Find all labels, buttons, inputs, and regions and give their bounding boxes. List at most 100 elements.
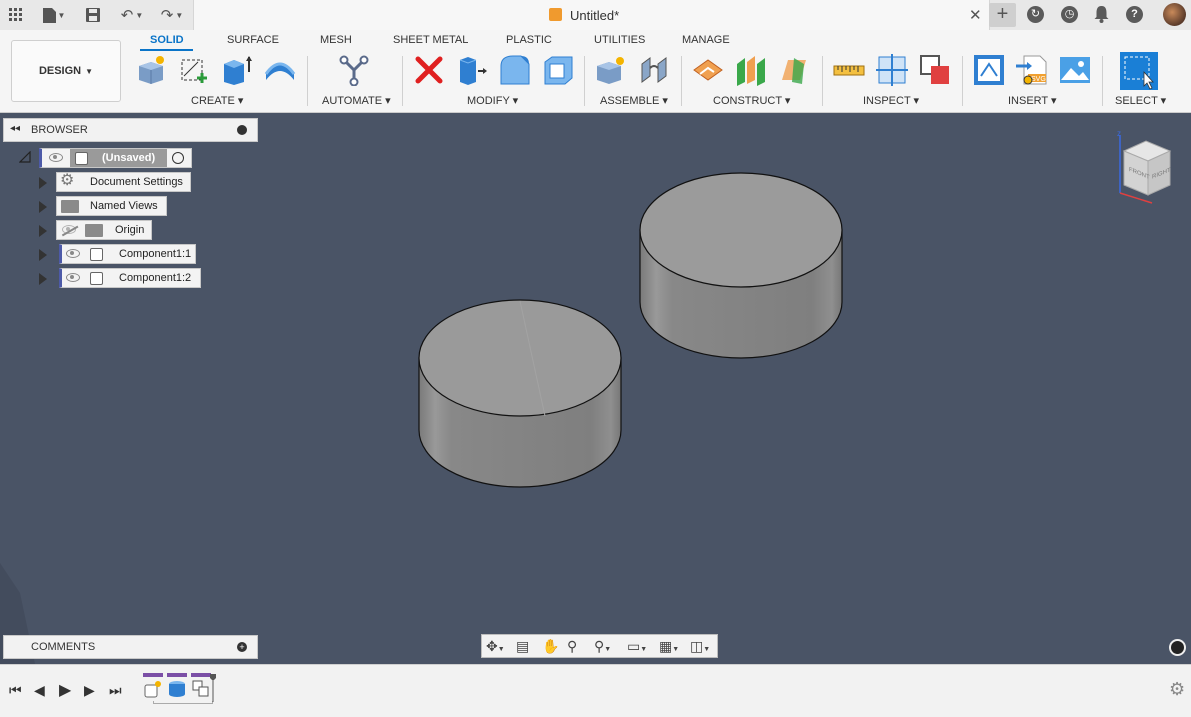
revolve-icon[interactable] xyxy=(264,54,296,86)
job-status-icon[interactable]: ↻ xyxy=(1027,6,1044,23)
timeline-bracket xyxy=(153,701,213,704)
delete-icon[interactable] xyxy=(413,54,445,86)
add-comment-icon[interactable]: + xyxy=(237,642,247,652)
navigation-toolbar: ✥▼ ▤ ✋ ⚲ ⚲▼ ▭▼ ▦▼ ◫▼ xyxy=(481,634,718,658)
select-icon[interactable] xyxy=(1120,52,1158,90)
go-to-start-icon[interactable]: ⏮ xyxy=(9,682,22,699)
select-menu[interactable]: SELECT ▾ xyxy=(1115,94,1166,107)
timeline-extrude-icon[interactable] xyxy=(168,680,186,698)
user-avatar[interactable] xyxy=(1163,3,1186,26)
tab-solid[interactable]: SOLID xyxy=(150,34,184,46)
timeline-group-marker xyxy=(143,673,163,677)
clock-icon[interactable]: ◷ xyxy=(1061,6,1078,23)
modify-menu[interactable]: MODIFY ▾ xyxy=(467,94,518,107)
chevron-down-icon: ▼ xyxy=(85,66,94,76)
close-tab-icon[interactable]: ✕ xyxy=(969,6,982,24)
timeline-settings-gear-icon[interactable]: ⚙ xyxy=(1169,679,1185,700)
ribbon-toolbar: DESIGN ▼ SOLID SURFACE MESH SHEET METAL P… xyxy=(0,30,1191,113)
divider xyxy=(681,56,682,106)
measure-icon[interactable] xyxy=(833,54,865,86)
zoom-icon[interactable]: ⚲ xyxy=(567,638,577,655)
pan-icon[interactable]: ✋ xyxy=(542,638,559,655)
divider xyxy=(1102,56,1103,106)
midplane-icon[interactable] xyxy=(735,54,767,86)
file-menu-icon[interactable]: ▼ xyxy=(40,5,68,25)
automate-menu[interactable]: AUTOMATE ▾ xyxy=(322,94,391,107)
help-icon[interactable]: ? xyxy=(1126,6,1143,23)
divider xyxy=(962,56,963,106)
joint-icon[interactable] xyxy=(638,54,670,86)
extrude-icon[interactable] xyxy=(221,54,253,86)
document-title: Untitled* xyxy=(570,8,620,23)
comments-panel-header[interactable]: COMMENTS + xyxy=(3,635,258,659)
look-at-icon[interactable]: ▤ xyxy=(516,638,529,655)
create-menu[interactable]: CREATE ▾ xyxy=(191,94,243,107)
assemble-menu[interactable]: ASSEMBLE ▾ xyxy=(600,94,668,107)
svg-text:SVG: SVG xyxy=(1031,76,1046,83)
fit-icon[interactable]: ⚲▼ xyxy=(594,638,611,655)
create-sketch-icon[interactable] xyxy=(178,54,210,86)
press-pull-icon[interactable] xyxy=(456,54,488,86)
timeline-group-marker xyxy=(167,673,187,677)
tab-utilities[interactable]: UTILITIES xyxy=(594,34,645,46)
construct-label: CONSTRUCT xyxy=(713,95,782,107)
insert-derive-icon[interactable] xyxy=(973,54,1005,86)
insert-svg-icon[interactable]: SVG xyxy=(1016,54,1048,86)
viewports-icon[interactable]: ◫▼ xyxy=(690,638,710,655)
divider xyxy=(822,56,823,106)
document-tab[interactable]: Untitled* ✕ xyxy=(193,0,990,30)
assemble-label: ASSEMBLE xyxy=(600,95,660,107)
svg-text:z: z xyxy=(1117,131,1121,138)
timeline-copy-icon[interactable] xyxy=(192,680,210,698)
3d-viewport[interactable]: ◂◂ BROWSER (Unsaved) ⚙ Document Settings… xyxy=(0,113,1191,664)
workspace-switcher-button[interactable]: DESIGN ▼ xyxy=(11,40,121,102)
workspace-label: DESIGN xyxy=(38,65,82,77)
interference-icon[interactable] xyxy=(919,54,951,86)
offset-plane-icon[interactable] xyxy=(692,54,724,86)
orbit-icon[interactable]: ✥▼ xyxy=(486,638,505,655)
plane-through-icon[interactable] xyxy=(778,54,810,86)
notification-bell-icon[interactable] xyxy=(1093,5,1110,26)
document-cube-icon xyxy=(549,8,562,21)
shell-icon[interactable] xyxy=(542,54,574,86)
apps-grid-icon[interactable] xyxy=(6,5,26,25)
tab-sheet-metal[interactable]: SHEET METAL xyxy=(393,34,468,46)
inspect-menu[interactable]: INSPECT ▾ xyxy=(863,94,919,107)
tab-manage[interactable]: MANAGE xyxy=(682,34,730,46)
model-canvas xyxy=(418,172,843,488)
play-icon[interactable]: ▶ xyxy=(59,680,71,700)
viewcube[interactable]: z FRONT RIGHT xyxy=(1112,129,1180,211)
cylinder-body-1[interactable] xyxy=(418,299,622,488)
tab-plastic[interactable]: PLASTIC xyxy=(506,34,552,46)
timeline-group-marker xyxy=(191,673,211,677)
create-label: CREATE xyxy=(191,95,235,107)
timeline-component-icon[interactable] xyxy=(144,680,162,698)
step-forward-icon[interactable]: ▶ xyxy=(84,682,95,699)
inspect-label: INSPECT xyxy=(863,95,911,107)
construct-menu[interactable]: CONSTRUCT ▾ xyxy=(713,94,790,107)
grid-settings-icon[interactable]: ▦▼ xyxy=(659,638,679,655)
new-tab-button[interactable]: + xyxy=(989,3,1016,27)
timeline-marker[interactable] xyxy=(210,674,216,702)
cylinder-body-2[interactable] xyxy=(639,172,843,359)
new-component-icon[interactable] xyxy=(135,54,167,86)
canvas-image-icon[interactable] xyxy=(1059,54,1091,86)
save-icon[interactable] xyxy=(84,5,102,25)
marking-menu-icon[interactable] xyxy=(1169,639,1186,656)
insert-label: INSERT xyxy=(1008,95,1048,107)
new-component-assemble-icon[interactable] xyxy=(595,54,627,86)
step-back-icon[interactable]: ◀ xyxy=(34,682,45,699)
automate-icon[interactable] xyxy=(338,54,370,87)
section-analysis-icon[interactable] xyxy=(876,54,908,86)
redo-icon[interactable]: ↷ ▼ xyxy=(156,5,188,25)
select-label: SELECT xyxy=(1115,95,1158,107)
undo-icon[interactable]: ↶ ▼ xyxy=(116,5,148,25)
tab-surface[interactable]: SURFACE xyxy=(227,34,279,46)
insert-menu[interactable]: INSERT ▾ xyxy=(1008,94,1057,107)
automate-label: AUTOMATE xyxy=(322,95,383,107)
tab-mesh[interactable]: MESH xyxy=(320,34,352,46)
display-settings-icon[interactable]: ▭▼ xyxy=(627,638,647,655)
go-to-end-icon[interactable]: ⏭ xyxy=(109,682,122,699)
active-tab-indicator xyxy=(140,49,193,51)
fillet-icon[interactable] xyxy=(499,54,531,86)
